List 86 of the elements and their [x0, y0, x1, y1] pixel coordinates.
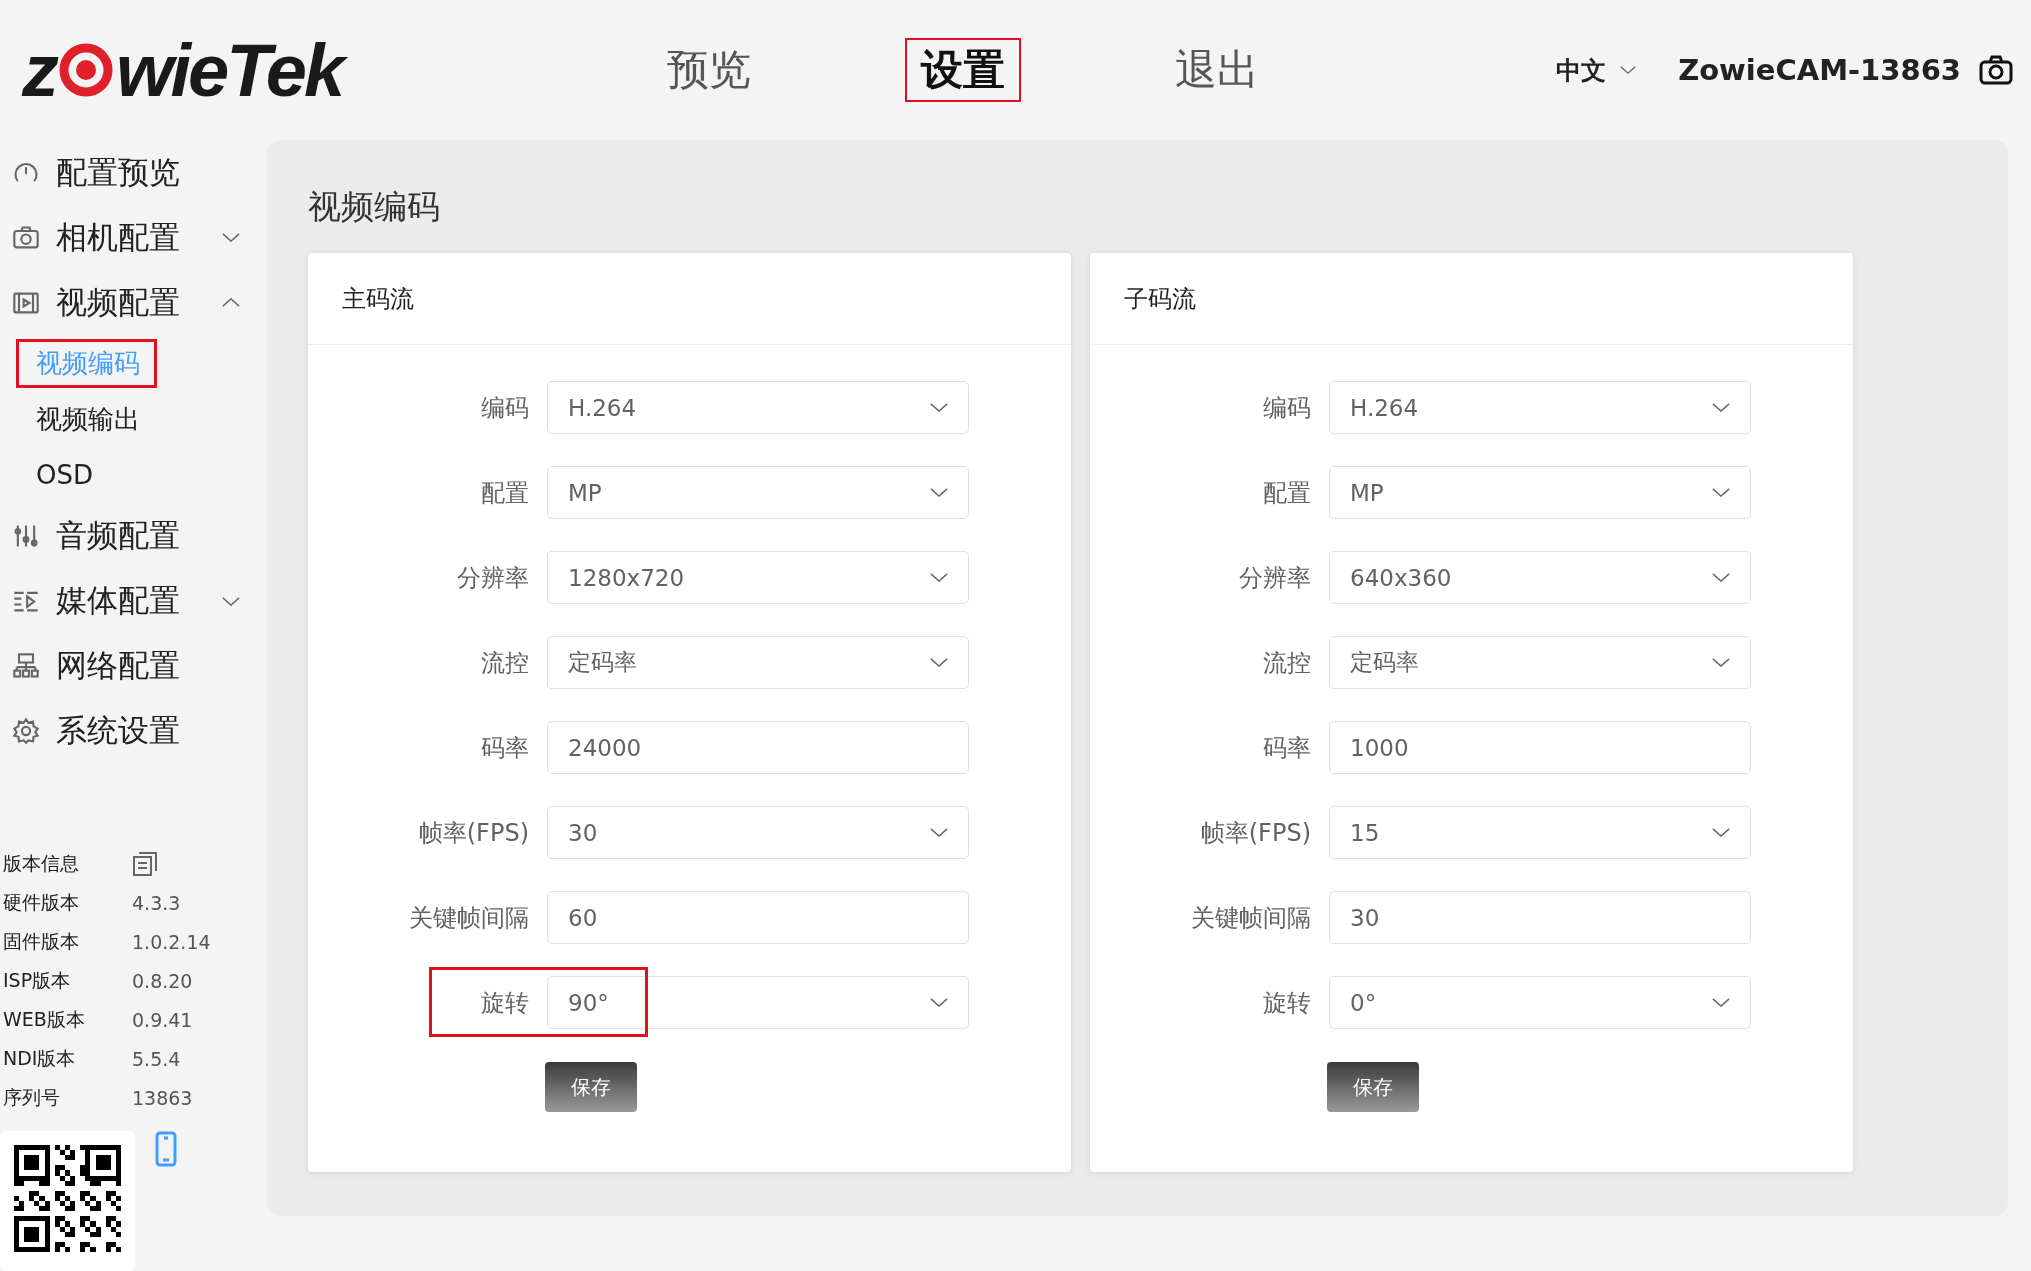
- sidebar-item[interactable]: 媒体配置: [0, 568, 267, 634]
- field-label: 旋转: [480, 987, 530, 1019]
- select-field[interactable]: H.264: [1329, 381, 1751, 434]
- chevron-icon: [222, 596, 240, 606]
- language-select[interactable]: 中文: [1550, 52, 1643, 88]
- camera-icon[interactable]: [1979, 55, 2013, 85]
- chevron-icon: [222, 298, 240, 308]
- chevron-icon: [930, 828, 948, 837]
- select-field[interactable]: 30: [547, 806, 969, 859]
- nav-tab[interactable]: 预览: [582, 38, 836, 102]
- input-field[interactable]: 30: [1329, 891, 1751, 944]
- version-label: WEB版本: [3, 1007, 86, 1033]
- sidebar-subitem[interactable]: OSD: [0, 447, 267, 504]
- field-label: 分辨率: [1238, 562, 1312, 594]
- nav-tab[interactable]: 退出: [1090, 38, 1344, 102]
- chevron-icon: [930, 998, 948, 1007]
- nav-tab[interactable]: 设置: [836, 38, 1090, 102]
- version-value: 5.5.4: [132, 1048, 181, 1071]
- version-label: 固件版本: [3, 929, 80, 955]
- version-value: 4.3.3: [132, 892, 181, 915]
- field-label: 旋转: [1262, 987, 1312, 1019]
- phone-icon[interactable]: [155, 1131, 177, 1167]
- field-label: 码率: [1262, 732, 1312, 764]
- card-title: 主码流: [308, 253, 1071, 345]
- chevron-icon: [1712, 488, 1730, 497]
- version-value: 0.8.20: [132, 970, 193, 993]
- field-label: 关键帧间隔: [408, 902, 530, 934]
- sidebar-item[interactable]: 相机配置: [0, 205, 267, 271]
- caret-icon: [1620, 66, 1637, 74]
- select-field[interactable]: 定码率: [547, 636, 969, 689]
- zowietek-logo: z wieTek: [22, 27, 582, 113]
- save-button[interactable]: 保存: [1327, 1062, 1419, 1112]
- field-label: 配置: [1262, 477, 1312, 509]
- copy-icon[interactable]: [132, 851, 158, 878]
- select-field[interactable]: 640x360: [1329, 551, 1751, 604]
- chevron-icon: [930, 658, 948, 667]
- chevron-icon: [1712, 573, 1730, 582]
- chevron-icon: [930, 573, 948, 582]
- version-title: 版本信息: [3, 851, 80, 877]
- chevron-icon: [930, 403, 948, 412]
- version-label: 序列号: [3, 1085, 61, 1111]
- version-label: NDI版本: [3, 1046, 77, 1072]
- select-field[interactable]: 定码率: [1329, 636, 1751, 689]
- version-value: 0.9.41: [132, 1009, 193, 1032]
- sidebar-item[interactable]: 网络配置: [0, 633, 267, 699]
- field-label: 编码: [480, 392, 530, 424]
- sidebar-item[interactable]: 音频配置: [0, 503, 267, 569]
- sidebar-item[interactable]: 视频配置: [0, 270, 267, 336]
- select-field[interactable]: H.264: [547, 381, 969, 434]
- field-label: 关键帧间隔: [1190, 902, 1312, 934]
- sidebar-item[interactable]: 系统设置: [0, 698, 267, 764]
- field-label: 帧率(FPS): [417, 817, 530, 849]
- input-field[interactable]: 1000: [1329, 721, 1751, 774]
- field-label: 配置: [480, 477, 530, 509]
- card-title: 子码流: [1090, 253, 1853, 345]
- select-field[interactable]: 0°: [1329, 976, 1751, 1029]
- settings-icon: [12, 717, 40, 746]
- sidebar-item[interactable]: 配置预览: [0, 140, 267, 206]
- chevron-icon: [222, 233, 240, 243]
- chevron-icon: [1712, 403, 1730, 412]
- chevron-icon: [1712, 998, 1730, 1007]
- network-icon: [12, 652, 40, 681]
- field-label: 分辨率: [456, 562, 530, 594]
- field-label: 流控: [1262, 647, 1312, 679]
- page-title: 视频编码: [308, 186, 441, 228]
- version-value: 1.0.2.14: [132, 931, 211, 954]
- select-field[interactable]: 15: [1329, 806, 1751, 859]
- select-field[interactable]: 1280x720: [547, 551, 969, 604]
- field-label: 帧率(FPS): [1199, 817, 1312, 849]
- input-field[interactable]: 60: [547, 891, 969, 944]
- field-label: 流控: [480, 647, 530, 679]
- field-label: 编码: [1262, 392, 1312, 424]
- sidebar-subitem[interactable]: 视频输出: [0, 391, 267, 448]
- version-label: 硬件版本: [3, 890, 80, 916]
- select-field[interactable]: MP: [547, 466, 969, 519]
- select-field[interactable]: MP: [1329, 466, 1751, 519]
- chevron-icon: [930, 488, 948, 497]
- version-value: 13863: [132, 1087, 193, 1110]
- version-label: ISP版本: [3, 968, 72, 994]
- chevron-icon: [1712, 658, 1730, 667]
- input-field[interactable]: 24000: [547, 721, 969, 774]
- save-button[interactable]: 保存: [545, 1062, 637, 1112]
- field-label: 码率: [480, 732, 530, 764]
- device-name: ZowieCAM-13863: [1678, 53, 1961, 87]
- chevron-icon: [1712, 828, 1730, 837]
- select-field[interactable]: 90°: [547, 976, 969, 1029]
